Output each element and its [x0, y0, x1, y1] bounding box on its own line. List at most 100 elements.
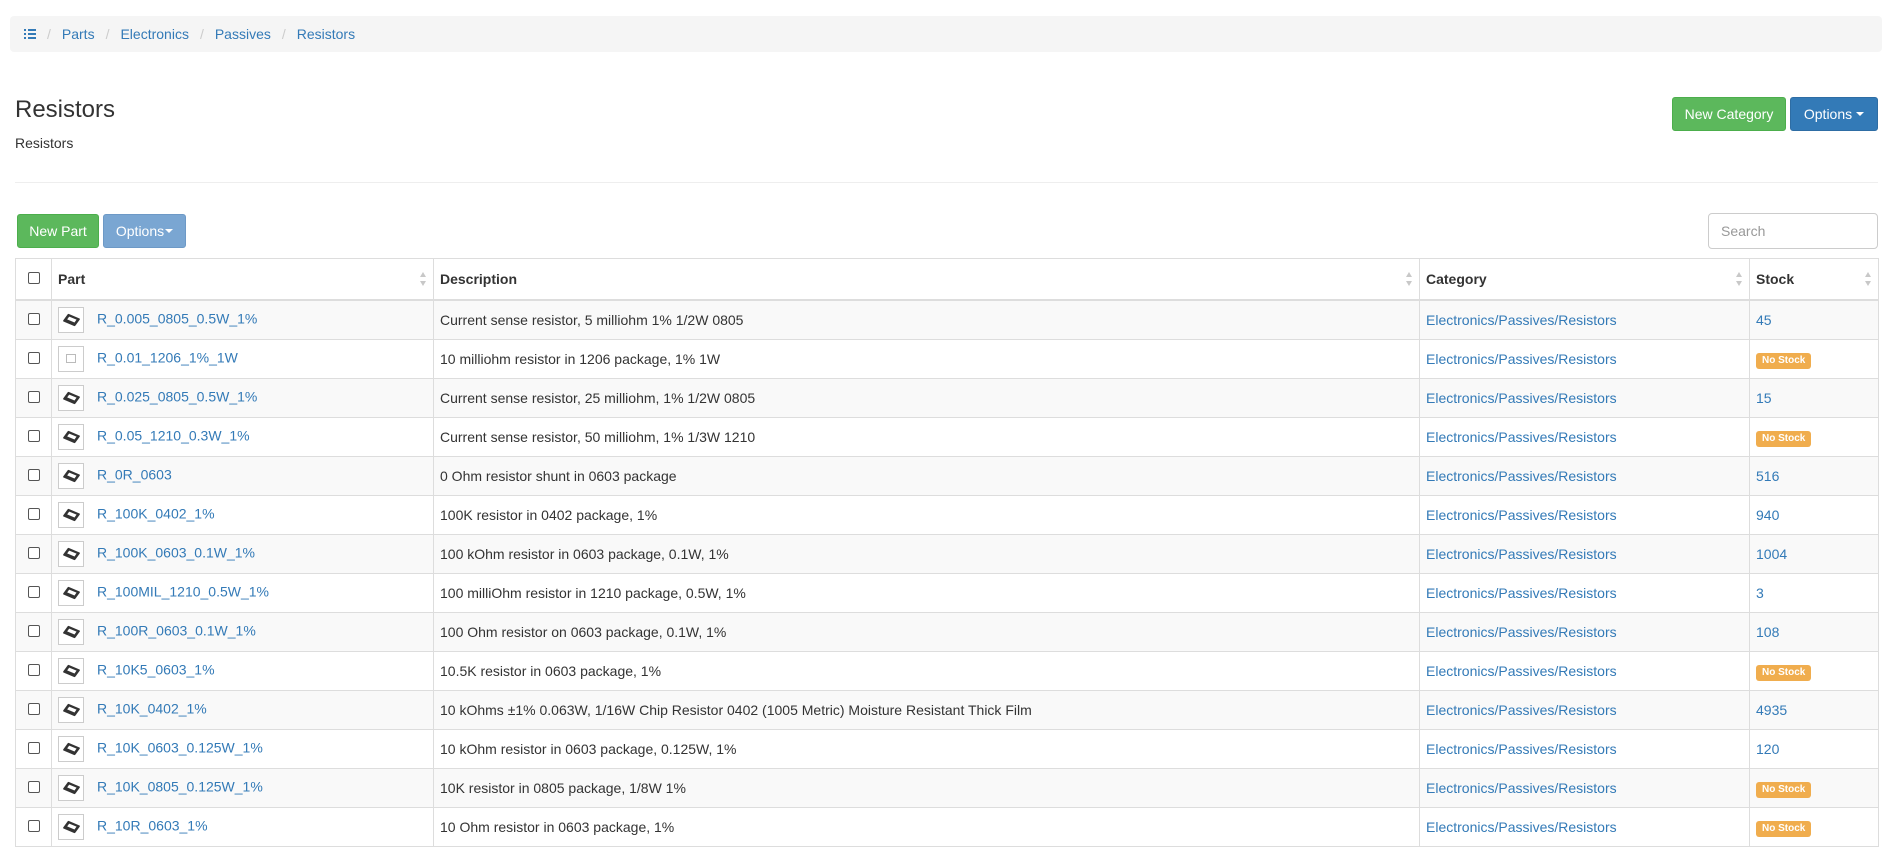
category-link[interactable]: Electronics/Passives/Resistors: [1426, 312, 1617, 328]
category-link[interactable]: Electronics/Passives/Resistors: [1426, 702, 1617, 718]
table-row: R_100K_0603_0.1W_1% 100 kOhm resistor in …: [15, 534, 1879, 574]
category-link[interactable]: Electronics/Passives/Resistors: [1426, 390, 1617, 406]
row-checkbox[interactable]: [27, 742, 40, 754]
stock-link[interactable]: 4935: [1756, 702, 1787, 718]
no-stock-badge: No Stock: [1756, 664, 1812, 681]
part-link[interactable]: R_100K_0603_0.1W_1%: [97, 545, 255, 561]
part-cell: R_0.05_1210_0.3W_1%: [51, 417, 434, 457]
row-select-cell: [15, 495, 52, 535]
part-link[interactable]: R_10K_0603_0.125W_1%: [97, 740, 263, 756]
part-thumbnail[interactable]: [58, 775, 84, 801]
list-icon[interactable]: [24, 29, 36, 39]
part-thumbnail[interactable]: [58, 736, 84, 762]
breadcrumb-passives[interactable]: Passives: [215, 26, 271, 42]
part-thumbnail[interactable]: [58, 463, 84, 489]
part-link[interactable]: R_100MIL_1210_0.5W_1%: [97, 584, 269, 600]
part-link[interactable]: R_0R_0603: [97, 467, 172, 483]
part-link[interactable]: R_10R_0603_1%: [97, 818, 208, 834]
part-thumbnail[interactable]: [58, 541, 84, 567]
part-thumbnail[interactable]: [58, 697, 84, 723]
part-link[interactable]: R_100K_0402_1%: [97, 506, 215, 522]
row-checkbox[interactable]: [27, 391, 40, 403]
stock-link[interactable]: 45: [1756, 312, 1772, 328]
breadcrumb-electronics[interactable]: Electronics: [120, 26, 188, 42]
stock-link[interactable]: 108: [1756, 624, 1779, 640]
part-thumbnail[interactable]: [58, 619, 84, 645]
stock-link[interactable]: 516: [1756, 468, 1779, 484]
row-checkbox[interactable]: [27, 547, 40, 559]
category-cell: Electronics/Passives/Resistors: [1419, 417, 1750, 457]
select-all-checkbox[interactable]: [27, 272, 40, 284]
stock-link[interactable]: 15: [1756, 390, 1772, 406]
stock-link[interactable]: 3: [1756, 585, 1764, 601]
stock-link[interactable]: 1004: [1756, 546, 1787, 562]
row-checkbox[interactable]: [27, 820, 40, 832]
category-link[interactable]: Electronics/Passives/Resistors: [1426, 468, 1617, 484]
part-cell: R_100MIL_1210_0.5W_1%: [51, 573, 434, 613]
part-link[interactable]: R_0.01_1206_1%_1W: [97, 350, 238, 366]
category-link[interactable]: Electronics/Passives/Resistors: [1426, 663, 1617, 679]
stock-cell: No Stock: [1749, 651, 1879, 691]
part-link[interactable]: R_100R_0603_0.1W_1%: [97, 623, 256, 639]
new-part-button[interactable]: New Part: [17, 214, 99, 248]
part-thumbnail[interactable]: [58, 424, 84, 450]
category-link[interactable]: Electronics/Passives/Resistors: [1426, 741, 1617, 757]
category-link[interactable]: Electronics/Passives/Resistors: [1426, 429, 1617, 445]
category-link[interactable]: Electronics/Passives/Resistors: [1426, 546, 1617, 562]
part-link[interactable]: R_0.025_0805_0.5W_1%: [97, 389, 257, 405]
category-link[interactable]: Electronics/Passives/Resistors: [1426, 585, 1617, 601]
stock-link[interactable]: 940: [1756, 507, 1779, 523]
category-link[interactable]: Electronics/Passives/Resistors: [1426, 780, 1617, 796]
category-link[interactable]: Electronics/Passives/Resistors: [1426, 624, 1617, 640]
breadcrumb-resistors[interactable]: Resistors: [297, 26, 355, 42]
row-checkbox[interactable]: [27, 703, 40, 715]
part-cell: R_0R_0603: [51, 456, 434, 496]
row-checkbox[interactable]: [27, 664, 40, 676]
part-link[interactable]: R_0.05_1210_0.3W_1%: [97, 428, 250, 444]
row-checkbox[interactable]: [27, 781, 40, 793]
part-cell: R_0.01_1206_1%_1W: [51, 339, 434, 379]
category-link[interactable]: Electronics/Passives/Resistors: [1426, 819, 1617, 835]
column-header-part[interactable]: Part: [51, 258, 434, 301]
part-cell: R_10K_0402_1%: [51, 690, 434, 730]
row-checkbox[interactable]: [27, 313, 40, 325]
part-thumbnail[interactable]: [58, 502, 84, 528]
category-options-button[interactable]: Options: [1790, 97, 1878, 131]
category-cell: Electronics/Passives/Resistors: [1419, 612, 1750, 652]
category-link[interactable]: Electronics/Passives/Resistors: [1426, 507, 1617, 523]
row-checkbox[interactable]: [27, 430, 40, 442]
part-link[interactable]: R_0.005_0805_0.5W_1%: [97, 311, 257, 327]
description-cell: Current sense resistor, 50 milliohm, 1% …: [433, 417, 1420, 457]
no-stock-badge: No Stock: [1756, 820, 1812, 837]
row-checkbox[interactable]: [27, 469, 40, 481]
breadcrumb-separator: /: [199, 26, 204, 42]
row-checkbox[interactable]: [27, 352, 40, 364]
row-checkbox[interactable]: [27, 586, 40, 598]
stock-link[interactable]: 120: [1756, 741, 1779, 757]
table-row: R_10K_0402_1% 10 kOhms ±1% 0.063W, 1/16W …: [15, 690, 1879, 730]
part-thumbnail[interactable]: [58, 307, 84, 333]
image-placeholder-icon[interactable]: [58, 346, 84, 372]
category-link[interactable]: Electronics/Passives/Resistors: [1426, 351, 1617, 367]
parts-options-button[interactable]: Options: [103, 214, 186, 248]
column-header-category[interactable]: Category: [1419, 258, 1750, 301]
column-header-stock[interactable]: Stock: [1749, 258, 1879, 301]
row-checkbox[interactable]: [27, 508, 40, 520]
table-row: R_0.005_0805_0.5W_1% Current sense resist…: [15, 299, 1879, 340]
new-category-button[interactable]: New Category: [1672, 97, 1786, 131]
table-row: R_0.05_1210_0.3W_1% Current sense resisto…: [15, 417, 1879, 457]
part-link[interactable]: R_10K5_0603_1%: [97, 662, 215, 678]
description-cell: 100 milliOhm resistor in 1210 package, 0…: [433, 573, 1420, 613]
part-thumbnail[interactable]: [58, 580, 84, 606]
stock-cell: No Stock: [1749, 417, 1879, 457]
search-input[interactable]: [1708, 213, 1878, 249]
part-thumbnail[interactable]: [58, 814, 84, 840]
table-header-row: Part Description Category Stock: [15, 258, 1879, 301]
row-checkbox[interactable]: [27, 625, 40, 637]
part-thumbnail[interactable]: [58, 385, 84, 411]
part-link[interactable]: R_10K_0402_1%: [97, 701, 207, 717]
part-thumbnail[interactable]: [58, 658, 84, 684]
part-link[interactable]: R_10K_0805_0.125W_1%: [97, 779, 263, 795]
column-header-description[interactable]: Description: [433, 258, 1420, 301]
breadcrumb-parts[interactable]: Parts: [62, 26, 95, 42]
